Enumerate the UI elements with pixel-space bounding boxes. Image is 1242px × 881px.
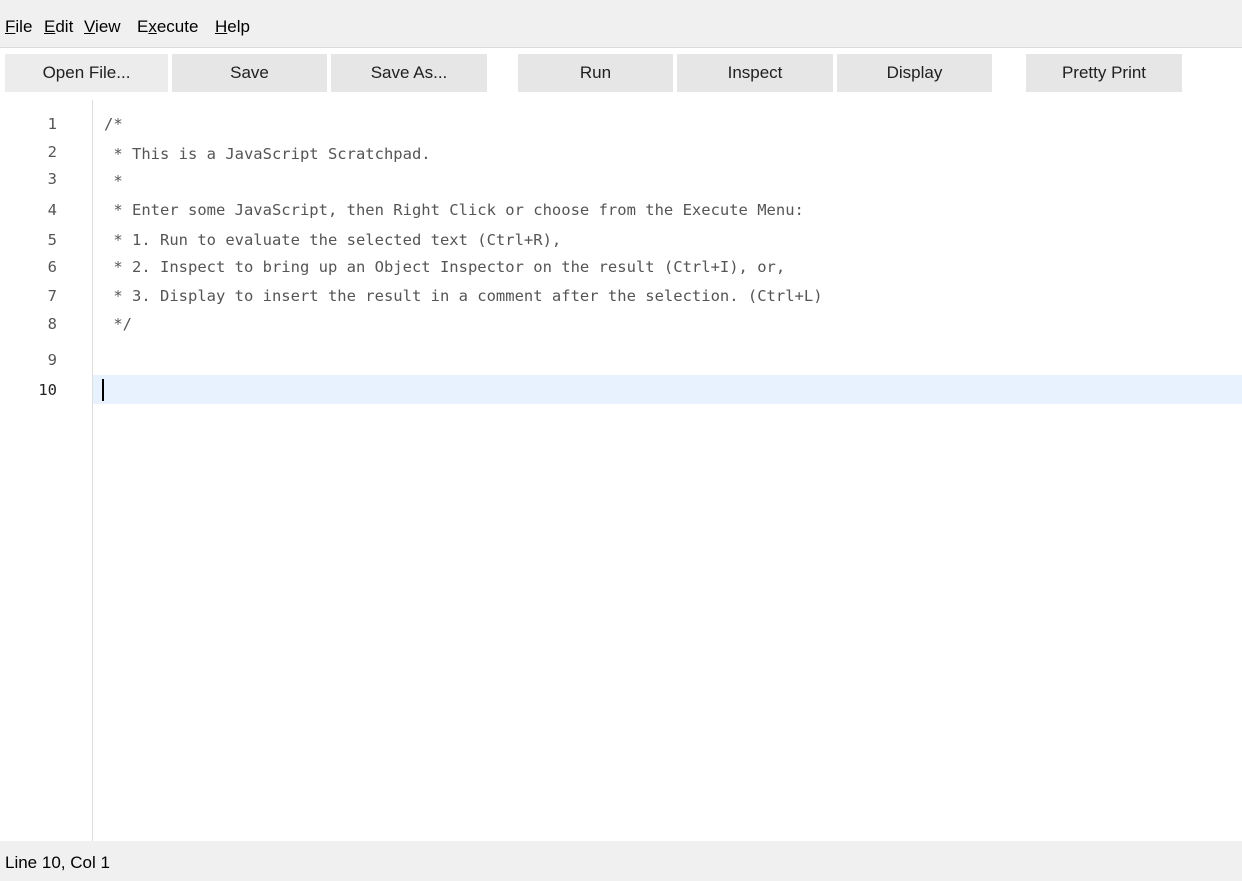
active-line-highlight <box>93 375 1242 404</box>
toolbar: Open File... Save Save As... Run Inspect… <box>0 48 1242 100</box>
text-cursor <box>102 379 104 401</box>
menu-edit[interactable]: Edit <box>44 17 73 37</box>
line-number: 1 <box>47 115 57 133</box>
scratchpad-window: File Edit View Execute Help Open File...… <box>0 0 1242 881</box>
code-line: * <box>104 172 123 190</box>
display-button[interactable]: Display <box>837 54 992 92</box>
line-number: 3 <box>47 170 57 188</box>
code-line: /* <box>104 115 123 133</box>
save-button[interactable]: Save <box>172 54 327 92</box>
line-number: 9 <box>47 351 57 369</box>
code-line: * This is a JavaScript Scratchpad. <box>104 145 431 163</box>
line-number: 6 <box>47 258 57 276</box>
menu-view[interactable]: View <box>84 17 121 37</box>
line-number: 7 <box>47 287 57 305</box>
menu-help[interactable]: Help <box>215 17 250 37</box>
status-bar: Line 10, Col 1 <box>0 841 1242 881</box>
pretty-print-button[interactable]: Pretty Print <box>1026 54 1182 92</box>
menu-execute[interactable]: Execute <box>137 17 198 37</box>
open-file-button[interactable]: Open File... <box>5 54 168 92</box>
code-line: * 3. Display to insert the result in a c… <box>104 287 823 305</box>
inspect-button[interactable]: Inspect <box>677 54 833 92</box>
line-number: 2 <box>47 143 57 161</box>
cursor-position-status: Line 10, Col 1 <box>5 853 110 872</box>
code-line: * 1. Run to evaluate the selected text (… <box>104 231 562 249</box>
line-number: 5 <box>47 231 57 249</box>
line-number: 4 <box>47 201 57 219</box>
menu-bar: File Edit View Execute Help <box>0 0 1242 48</box>
menu-file[interactable]: File <box>5 17 32 37</box>
save-as-button[interactable]: Save As... <box>331 54 487 92</box>
code-line: * Enter some JavaScript, then Right Clic… <box>104 201 804 219</box>
code-line: * 2. Inspect to bring up an Object Inspe… <box>104 258 786 276</box>
code-line: */ <box>104 315 132 333</box>
line-number: 10 <box>38 381 57 399</box>
run-button[interactable]: Run <box>518 54 673 92</box>
line-number: 8 <box>47 315 57 333</box>
code-editor[interactable]: 1 2 3 4 5 6 7 8 9 10 /* * This is a Java… <box>0 100 1242 841</box>
